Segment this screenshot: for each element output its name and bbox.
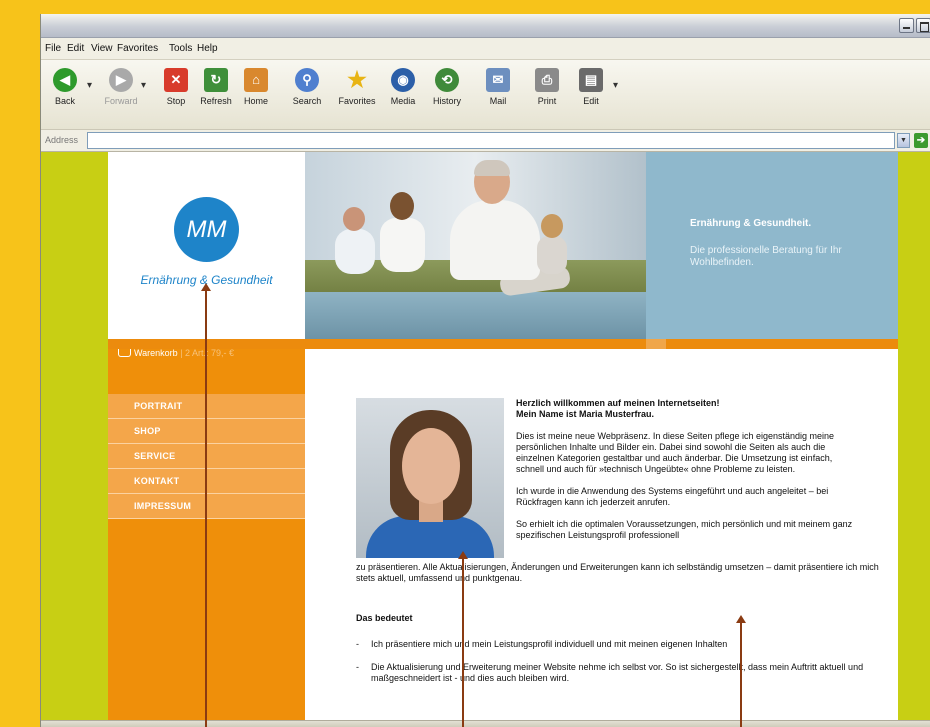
subheading: Das bedeutet [356,613,413,623]
logo-mark: MM [174,197,239,262]
title-bar [41,14,930,38]
forward-arrow-icon: ▶ [109,68,133,92]
toolbar: ◀ Back ▾ ▶ Forward ▾ ✕ Stop ↻ Refresh ⌂ … [41,60,930,130]
print-label: Print [537,96,557,106]
intro-paragraph-1: Dies ist meine neue Webpräsenz. In diese… [516,431,835,474]
list-item: Ich präsentiere mich und mein Leistungsp… [356,639,886,650]
address-bar: Address ▼ ➔ [41,130,930,152]
search-button[interactable]: ⚲ Search [287,68,327,106]
home-icon: ⌂ [244,68,268,92]
favorites-label: Favorites [338,96,376,106]
print-button[interactable]: ⎙ Print [527,68,567,106]
header-divider [108,339,898,349]
stop-icon: ✕ [164,68,188,92]
header-divider-accent [646,339,666,349]
mail-icon: ✉ [486,68,510,92]
go-arrow-icon[interactable]: ➔ [914,133,928,148]
intro-paragraph-3-start: So erhielt ich die optimalen Voraussetzu… [516,519,853,540]
refresh-icon: ↻ [204,68,228,92]
bullet-list: Ich präsentiere mich und mein Leistungsp… [356,639,886,696]
forward-button[interactable]: ▶ Forward [101,68,141,106]
menu-edit[interactable]: Edit [67,43,84,54]
home-button[interactable]: ⌂ Home [236,68,276,106]
header-tagline-box: Ernährung & Gesundheit. Die professionel… [646,152,898,339]
history-label: History [432,96,461,106]
annotation-arrow-content [458,551,468,727]
portrait-photo [356,398,504,558]
edit-dropdown-icon[interactable]: ▾ [613,80,618,91]
welcome-name: Mein Name ist Maria Musterfrau. [516,409,655,419]
forward-label: Forward [104,96,138,106]
refresh-button[interactable]: ↻ Refresh [196,68,236,106]
status-bar [41,720,930,727]
edit-button[interactable]: ▤ Edit [571,68,611,106]
logo-initials: MM [186,216,227,243]
media-globe-icon: ◉ [391,68,415,92]
minimize-button[interactable] [899,18,914,33]
page-viewport: MM Ernährung & Gesundheit Ernährung & Ge… [41,152,930,720]
back-arrow-icon: ◀ [53,68,77,92]
printer-icon: ⎙ [535,68,559,92]
header-title: Ernährung & Gesundheit. [690,218,812,229]
browser-window: File Edit View Favorites Tools Help ◀ Ba… [40,14,930,727]
edit-document-icon: ▤ [579,68,603,92]
back-dropdown-icon[interactable]: ▾ [87,80,92,91]
cart-label: Warenkorb [134,348,178,358]
address-label: Address [45,135,79,145]
list-item: Die Aktualisierung und Erweiterung meine… [356,662,886,684]
intro-paragraph-2: Ich wurde in die Anwendung des Systems e… [516,486,829,507]
hero-family-image [305,152,646,339]
welcome-heading: Herzlich willkommen auf meinen Internets… [516,398,720,408]
search-icon: ⚲ [295,68,319,92]
edit-label: Edit [583,96,599,106]
stop-button[interactable]: ✕ Stop [156,68,196,106]
favorites-button[interactable]: ★ Favorites [337,67,377,107]
intro-paragraph-3-end: zu präsentieren. Alle Aktualisierungen, … [356,562,879,583]
home-label: Home [243,96,268,106]
star-icon: ★ [347,67,367,92]
header-text: Die professionelle Beratung für Ihr Wohl… [690,245,842,268]
menu-view[interactable]: View [91,43,113,54]
main-content: Herzlich willkommen auf meinen Internets… [305,349,898,720]
address-input[interactable] [87,132,895,149]
menu-tools[interactable]: Tools [169,43,192,54]
menu-bar: File Edit View Favorites Tools Help [41,38,930,60]
history-button[interactable]: ⟲ History [427,68,467,106]
search-label: Search [292,96,322,106]
annotation-arrow-text [736,615,746,727]
address-dropdown-icon[interactable]: ▼ [897,133,910,148]
back-label: Back [54,96,75,106]
annotation-arrow-logo [201,283,211,727]
refresh-label: Refresh [200,96,232,106]
mail-label: Mail [489,96,507,106]
intro-text: Herzlich willkommen auf meinen Internets… [516,398,856,552]
menu-favorites[interactable]: Favorites [117,43,158,54]
maximize-button[interactable] [916,18,930,33]
mail-button[interactable]: ✉ Mail [478,68,518,106]
forward-dropdown-icon[interactable]: ▾ [141,80,146,91]
menu-help[interactable]: Help [197,43,218,54]
media-button[interactable]: ◉ Media [383,68,423,106]
website: MM Ernährung & Gesundheit Ernährung & Ge… [108,152,898,720]
back-button[interactable]: ◀ Back [45,68,85,106]
stop-label: Stop [166,96,186,106]
menu-file[interactable]: File [45,43,61,54]
media-label: Media [390,96,416,106]
history-icon: ⟲ [435,68,459,92]
